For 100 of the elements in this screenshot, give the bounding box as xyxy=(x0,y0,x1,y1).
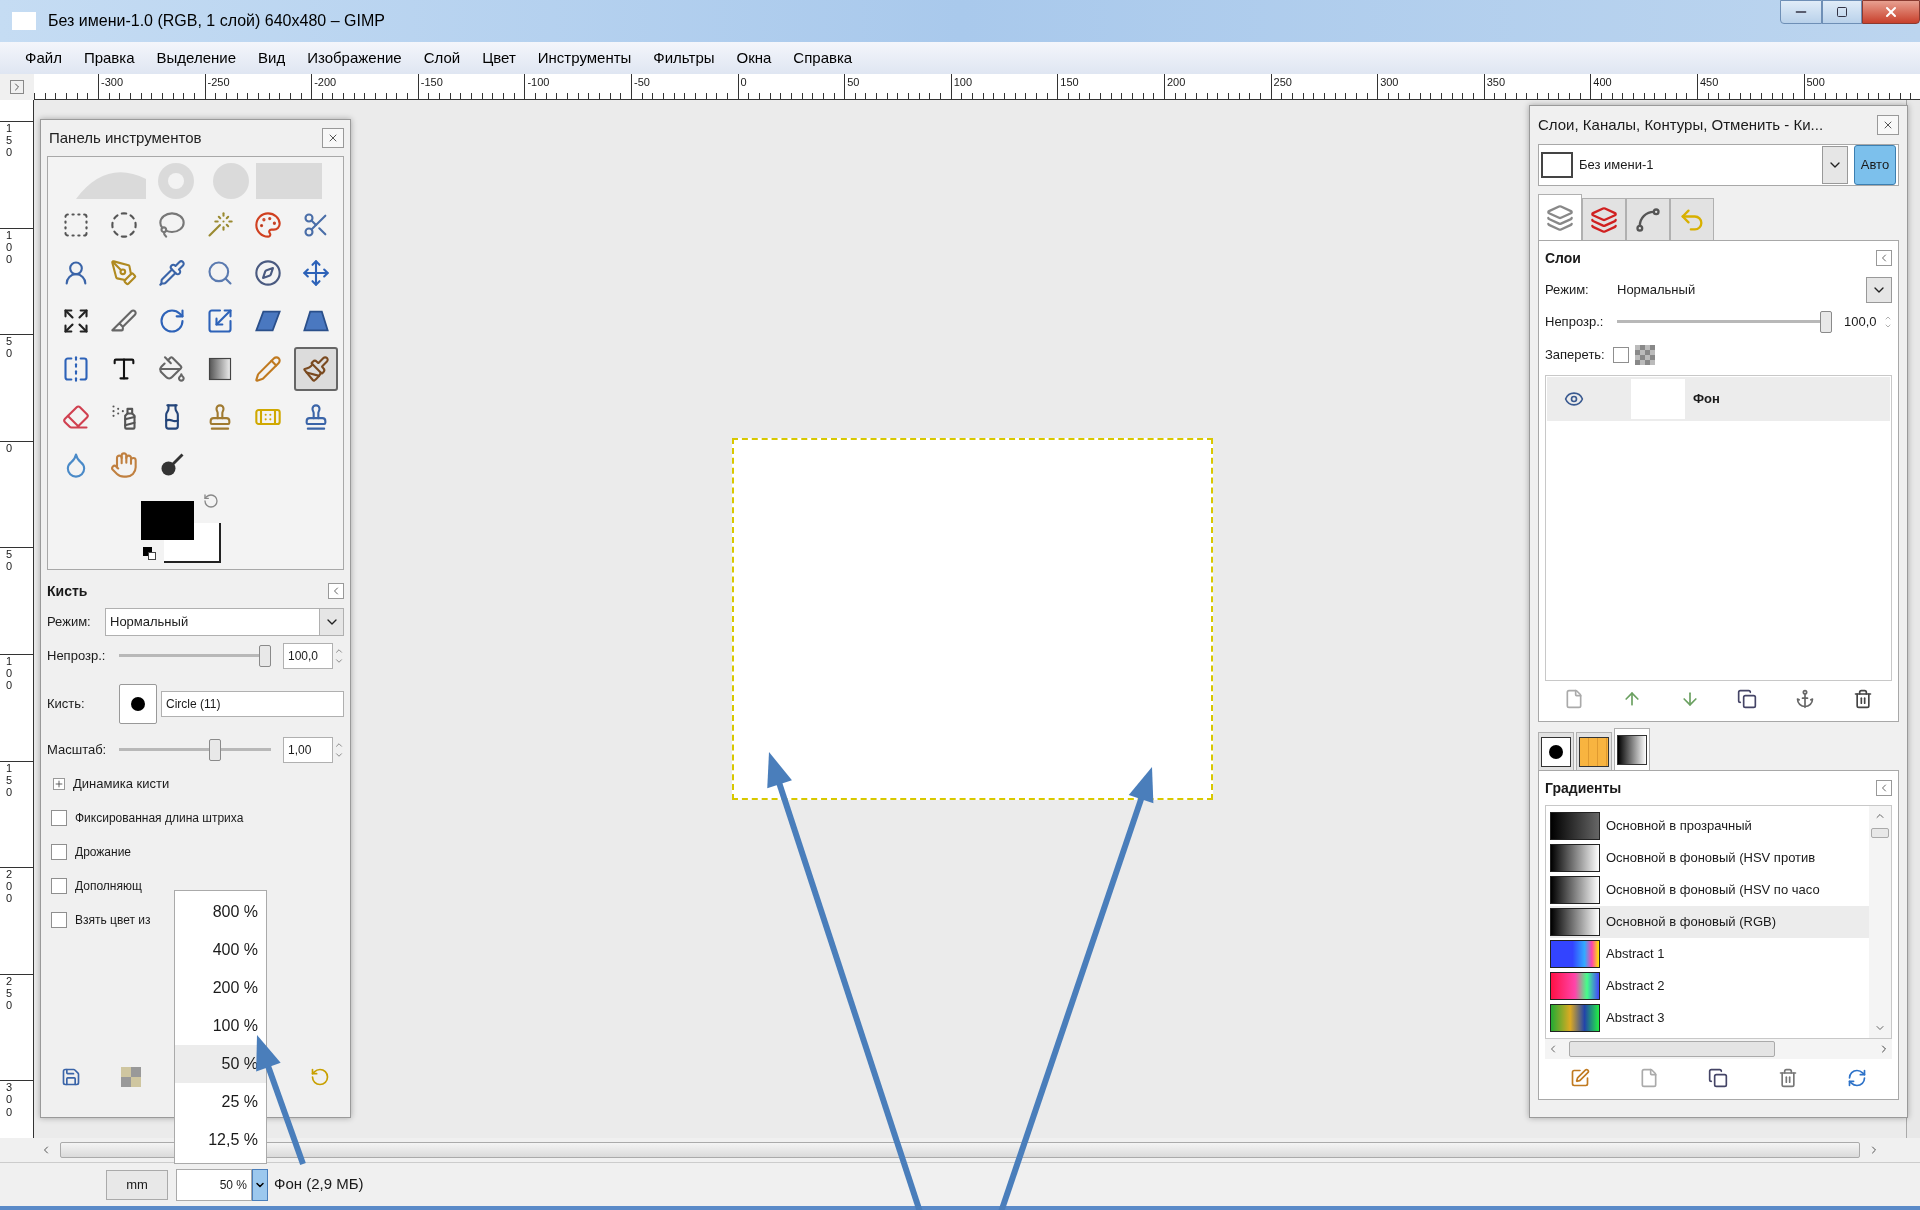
number-field[interactable]: 1,00 xyxy=(283,737,333,763)
zoom-field[interactable]: 50 % xyxy=(176,1168,252,1201)
gradient-swatch-icon xyxy=(1617,734,1647,765)
ruler-corner-icon[interactable] xyxy=(10,80,24,94)
maximize-button[interactable] xyxy=(1822,0,1862,24)
menu-item[interactable]: Окна xyxy=(727,46,781,70)
gradient-row[interactable]: Основной в фоновый (RGB) xyxy=(1550,906,1869,938)
ruler-label: 100 xyxy=(6,654,14,692)
slider-thumb[interactable] xyxy=(208,739,221,761)
caret-up-icon[interactable] xyxy=(334,646,344,656)
scrollbar-thumb[interactable] xyxy=(1569,1041,1775,1057)
anchor-icon[interactable] xyxy=(1795,689,1816,709)
gradient-swatch xyxy=(1550,876,1600,904)
gradient-row[interactable]: Abstract 3 xyxy=(1550,1002,1869,1034)
gradient-swatch xyxy=(1550,844,1600,872)
close-icon[interactable] xyxy=(1882,119,1894,131)
field-label: Запереть: xyxy=(1545,346,1606,365)
checkbox[interactable] xyxy=(51,912,67,928)
close-icon[interactable] xyxy=(1883,4,1899,20)
close-button[interactable] xyxy=(1877,115,1899,135)
dashed-ellipse-icon xyxy=(109,211,138,239)
checkbox[interactable] xyxy=(1613,347,1629,363)
gradient-row[interactable]: Основной в фоновый (HSV против xyxy=(1550,842,1869,874)
gradient-row[interactable]: Основной в прозрачный xyxy=(1550,810,1869,842)
dock-tab[interactable] xyxy=(1538,732,1574,770)
dock-tab[interactable] xyxy=(1576,732,1612,770)
brush-name-field[interactable]: Circle (11) xyxy=(161,691,344,717)
brush-preview[interactable] xyxy=(119,684,157,724)
path-curve-icon xyxy=(1634,205,1662,234)
close-button[interactable] xyxy=(1862,0,1920,24)
gradient-row[interactable]: Abstract 2 xyxy=(1550,970,1869,1002)
caret-up-icon[interactable] xyxy=(334,740,344,750)
gradient-name: Abstract 3 xyxy=(1606,1009,1665,1028)
zoom-menu-item[interactable]: 50 % xyxy=(175,1045,266,1083)
tool-button[interactable] xyxy=(293,347,338,391)
trash-icon[interactable] xyxy=(1777,1068,1798,1088)
default-colors-icon[interactable] xyxy=(142,547,157,561)
slider-thumb[interactable] xyxy=(1820,311,1832,333)
opacity-value[interactable]: 100,0 xyxy=(1844,312,1884,332)
edit-icon[interactable] xyxy=(1569,1068,1590,1088)
color-layers-icon xyxy=(1590,205,1618,234)
vertical-scrollbar[interactable] xyxy=(1869,806,1891,1038)
checkbox[interactable] xyxy=(51,810,67,826)
caret-up-icon[interactable] xyxy=(1884,314,1892,322)
duplicate-icon[interactable] xyxy=(1708,1068,1729,1088)
checkbox[interactable] xyxy=(51,878,67,894)
menu-item[interactable]: Цвет xyxy=(473,46,525,70)
layer-name: Фон xyxy=(1693,390,1720,409)
new-page-icon[interactable] xyxy=(1639,1068,1660,1088)
menu-item[interactable]: Правка xyxy=(74,46,144,70)
move-arrows-icon xyxy=(301,259,330,287)
ruler-label: 250 xyxy=(6,974,14,1012)
menu-item[interactable]: Справка xyxy=(784,46,862,70)
window-title: Без имени-1.0 (RGB, 1 слой) 640x480 – GIMP xyxy=(48,11,386,31)
menu-item[interactable]: Вид xyxy=(249,46,295,70)
slider-thumb[interactable] xyxy=(259,645,271,667)
scrollbar-thumb[interactable] xyxy=(1871,828,1889,838)
expand-icon[interactable] xyxy=(53,778,65,790)
gradient-row[interactable]: Abstract 1 xyxy=(1550,938,1869,970)
checkerboard-icon[interactable] xyxy=(1635,345,1655,365)
gradient-row[interactable]: Основной в фоновый (HSV по часо xyxy=(1550,874,1869,906)
gradient-swatch xyxy=(1550,972,1600,1000)
duplicate-icon[interactable] xyxy=(1737,689,1758,709)
ruler-label: 200 xyxy=(6,868,14,905)
close-icon[interactable] xyxy=(327,132,339,144)
swap-colors-icon[interactable] xyxy=(202,493,219,509)
field-label: Кисть: xyxy=(47,695,86,714)
checkbox-label: Дополняющ xyxy=(75,878,142,895)
magic-wand-icon xyxy=(205,211,234,239)
horizontal-scrollbar[interactable] xyxy=(1545,1039,1892,1059)
gradient-name: Abstract 2 xyxy=(1606,977,1665,996)
menu-item[interactable]: Слой xyxy=(414,46,470,70)
maximize-icon[interactable] xyxy=(1836,6,1848,18)
reset-icon[interactable] xyxy=(310,1067,330,1087)
trash-icon[interactable] xyxy=(1853,689,1874,709)
menu-item[interactable]: Файл xyxy=(16,46,71,70)
menu-item[interactable]: Выделение xyxy=(147,46,246,70)
menu-item[interactable]: Инструменты xyxy=(528,46,641,70)
number-field[interactable]: 100,0 xyxy=(283,643,333,669)
menu-item[interactable]: Изображение xyxy=(298,46,411,70)
mode-dropdown[interactable]: Нормальный xyxy=(105,608,344,636)
refresh-icon[interactable] xyxy=(1847,1068,1868,1088)
pen-nib-icon xyxy=(109,259,138,287)
ruler-label: 100 xyxy=(6,228,14,265)
status-text: Фон (2,9 МБ) xyxy=(274,1174,364,1195)
color-swatches-drawing[interactable] xyxy=(140,501,221,563)
panel-title: Слои, Каналы, Контуры, Отменить - Ки... xyxy=(1538,114,1824,135)
zoom-dropdown-button[interactable] xyxy=(252,1168,268,1201)
close-button[interactable] xyxy=(322,128,344,148)
expander-label[interactable]: Динамика кисти xyxy=(73,774,170,794)
layer-row[interactable]: Фон xyxy=(1547,377,1890,421)
checkbox[interactable] xyxy=(51,844,67,860)
dock-tab[interactable] xyxy=(1614,728,1650,770)
eye-icon[interactable] xyxy=(1564,389,1584,409)
save-icon[interactable] xyxy=(61,1067,81,1087)
palette-icon xyxy=(253,211,282,239)
checkbox-label: Фиксированная длина штриха xyxy=(75,810,244,827)
menu-item[interactable]: Фильтры xyxy=(644,46,724,70)
section-title: Градиенты xyxy=(1545,778,1622,798)
unit-dropdown[interactable]: mm xyxy=(106,1169,168,1200)
